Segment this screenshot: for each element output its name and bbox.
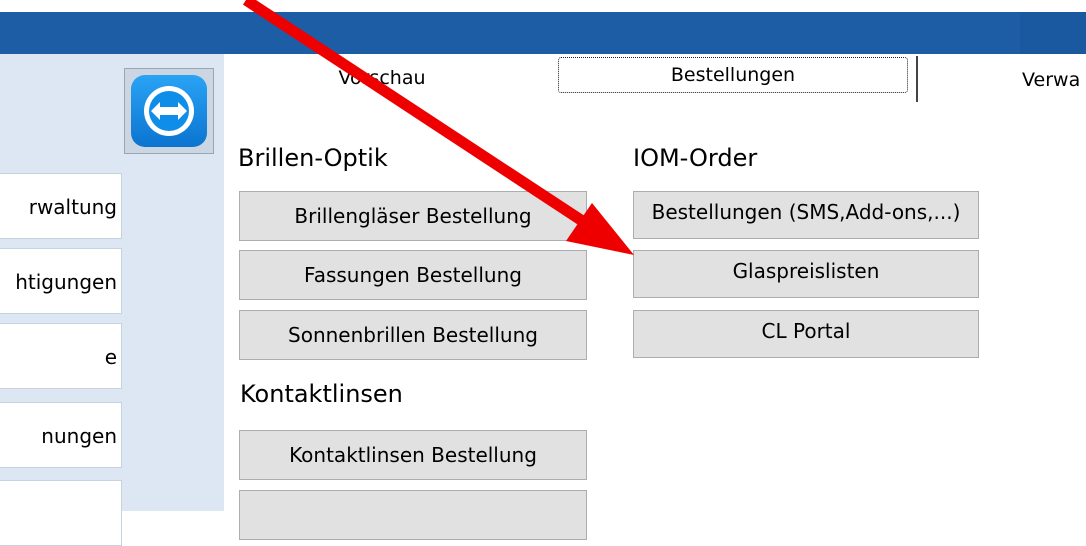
section-title-brillen-optik: Brillen-Optik [238,144,388,172]
tab-label: Bestellungen [670,64,796,86]
tab-label: Vorschau [338,67,426,89]
tab-verwaltung[interactable]: Verwa [1022,62,1086,102]
window-titlebar [0,12,1086,54]
sidebar-item-label: htigungen [15,270,117,294]
sidebar-item-berechtigungen[interactable]: htigungen [0,248,122,314]
tab-bestellungen[interactable]: Bestellungen [558,57,908,93]
fassungen-bestellung-button[interactable]: Fassungen Bestellung [239,250,587,300]
brillenglaeser-bestellung-button[interactable]: Brillengläser Bestellung [239,191,587,241]
section-title-kontaktlinsen: Kontaktlinsen [240,380,403,408]
teamviewer-icon [131,75,207,147]
sidebar-item-label: nungen [41,424,117,448]
iom-bestellungen-button[interactable]: Bestellungen (SMS,Add-ons,...) [633,191,979,239]
sidebar-item-label: e [104,345,117,369]
kontaktlinsen-bestellung-button[interactable]: Kontaktlinsen Bestellung [239,430,587,480]
sonnenbrillen-bestellung-button[interactable]: Sonnenbrillen Bestellung [239,310,587,360]
sidebar-item-zeichnungen[interactable]: nungen [0,402,122,468]
pflegemittel-bestellung-button[interactable] [239,490,587,540]
teamviewer-launcher[interactable] [124,68,214,154]
sidebar-item-verwaltung[interactable]: rwaltung [0,173,122,239]
tab-vorschau[interactable]: Vorschau [318,60,446,100]
sidebar-item-label: rwaltung [28,195,117,219]
sidebar-item-5[interactable] [0,480,122,546]
glaspreislisten-button[interactable]: Glaspreislisten [633,250,979,298]
titlebar-edge [1020,12,1086,54]
tab-separator [916,56,918,102]
tab-label: Verwa [1022,69,1081,91]
cl-portal-button[interactable]: CL Portal [633,310,979,358]
section-title-iom-order: IOM-Order [633,144,758,172]
sidebar-item-3[interactable]: e [0,323,122,389]
